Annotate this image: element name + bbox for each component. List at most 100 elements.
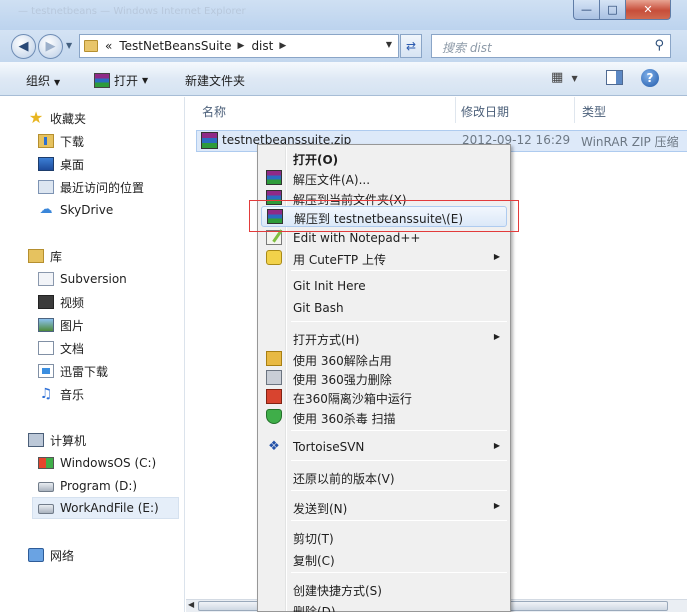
- network-icon: [28, 548, 44, 562]
- breadcrumb-testnetbeanssuite[interactable]: TestNetBeansSuite: [119, 39, 231, 53]
- menu-label: 使用 360杀毒 扫描: [293, 412, 396, 426]
- nav-item-music[interactable]: ♫ 音乐: [38, 383, 84, 405]
- nav-item-documents[interactable]: 文档: [38, 337, 84, 359]
- nav-libraries[interactable]: 库: [28, 245, 62, 267]
- breadcrumb-arrow-icon[interactable]: ▶: [238, 41, 245, 51]
- tortoisesvn-icon: ❖: [268, 439, 280, 454]
- nav-item-drive-c[interactable]: WindowsOS (C:): [38, 452, 156, 474]
- menu-item-git-init[interactable]: Git Init Here: [261, 276, 507, 296]
- view-icon: ▦: [551, 70, 564, 85]
- star-icon: ★: [28, 108, 44, 127]
- menu-item-extract-files[interactable]: 解压文件(A)...: [261, 168, 507, 188]
- cloud-icon: ☁: [39, 202, 53, 217]
- column-header-name[interactable]: 名称: [202, 97, 226, 123]
- nav-network[interactable]: 网络: [28, 544, 74, 566]
- menu-label: 复制(C): [293, 554, 335, 568]
- menu-item-copy[interactable]: 复制(C): [261, 549, 507, 569]
- 360-unlock-icon: [266, 351, 282, 366]
- menu-label: 发送到(N): [293, 502, 348, 516]
- chevron-down-icon: ▼: [54, 78, 61, 87]
- nav-item-drive-d[interactable]: Program (D:): [38, 475, 137, 497]
- breadcrumb-overflow[interactable]: «: [105, 39, 112, 53]
- address-bar[interactable]: « TestNetBeansSuite ▶ dist ▶ ▼: [79, 34, 399, 58]
- menu-label: Git Init Here: [293, 279, 366, 293]
- menu-item-cut[interactable]: 剪切(T): [261, 527, 507, 547]
- downloads-folder-icon: [38, 134, 54, 148]
- preview-pane-button[interactable]: [606, 70, 623, 85]
- nav-item-downloads[interactable]: 下载: [38, 130, 84, 152]
- view-options-button[interactable]: ▦ ▼: [551, 70, 578, 85]
- nav-label: Subversion: [60, 272, 127, 286]
- menu-label: TortoiseSVN: [293, 440, 365, 454]
- nav-label: Program (D:): [60, 479, 138, 493]
- menu-item-restore-previous[interactable]: 还原以前的版本(V): [261, 467, 507, 487]
- column-header-modified[interactable]: 修改日期: [461, 97, 509, 123]
- menu-label: 打开(O): [293, 153, 339, 167]
- refresh-button[interactable]: ⇄: [400, 34, 422, 58]
- menu-item-open[interactable]: 打开(O): [261, 148, 507, 168]
- winrar-archive-icon: [201, 132, 218, 149]
- refresh-icon: ⇄: [405, 39, 417, 53]
- nav-label: WorkAndFile (E:): [60, 501, 159, 515]
- column-divider[interactable]: [455, 97, 456, 123]
- notepad-plus-plus-icon: [266, 230, 282, 245]
- menu-label: 删除(D): [293, 605, 336, 612]
- chevron-down-icon: ▼: [142, 76, 149, 85]
- close-button[interactable]: ✕: [625, 0, 671, 20]
- menu-item-create-shortcut[interactable]: 创建快捷方式(S): [261, 579, 507, 599]
- organize-button[interactable]: 组织 ▼: [26, 72, 60, 89]
- nav-label: 网络: [50, 548, 75, 563]
- back-button[interactable]: ◀: [11, 34, 36, 59]
- breadcrumb-arrow-icon[interactable]: ▶: [279, 41, 286, 51]
- drive-icon: [38, 504, 54, 514]
- recent-pages-dropdown[interactable]: ▼: [66, 41, 72, 50]
- search-icon[interactable]: ⚲: [654, 38, 664, 53]
- menu-item-360-sandbox[interactable]: 在360隔离沙箱中运行: [261, 387, 507, 407]
- menu-label: 使用 360解除占用: [293, 354, 392, 368]
- help-button[interactable]: ?: [641, 69, 659, 87]
- menu-item-git-bash[interactable]: Git Bash: [261, 298, 507, 318]
- nav-label: 迅雷下载: [60, 364, 109, 379]
- nav-computer[interactable]: 计算机: [28, 429, 86, 451]
- nav-item-recent[interactable]: 最近访问的位置: [38, 176, 144, 198]
- maximize-button[interactable]: □: [599, 0, 626, 20]
- nav-item-pictures[interactable]: 图片: [38, 314, 84, 336]
- menu-item-send-to[interactable]: 发送到(N) ▶: [261, 497, 507, 517]
- nav-item-drive-e[interactable]: WorkAndFile (E:): [32, 497, 179, 519]
- nav-label: 下载: [60, 134, 85, 149]
- menu-label: Edit with Notepad++: [293, 231, 421, 245]
- menu-item-cuteftp[interactable]: 用 CuteFTP 上传 ▶: [261, 248, 507, 268]
- menu-item-tortoisesvn[interactable]: ❖ TortoiseSVN ▶: [261, 437, 507, 457]
- nav-item-subversion[interactable]: Subversion: [38, 268, 127, 290]
- column-divider[interactable]: [574, 97, 575, 123]
- breadcrumb-dist[interactable]: dist: [251, 39, 273, 53]
- nav-item-desktop[interactable]: 桌面: [38, 153, 84, 175]
- nav-item-xunlei[interactable]: 迅雷下载: [38, 360, 108, 382]
- nav-label: 文档: [60, 341, 85, 356]
- nav-favorites[interactable]: ★ 收藏夹: [28, 107, 86, 129]
- nav-label: 桌面: [60, 157, 85, 172]
- forward-button[interactable]: ▶: [38, 34, 63, 59]
- library-icon: [28, 249, 44, 263]
- menu-item-360-force-delete[interactable]: 使用 360强力删除: [261, 368, 507, 388]
- title-bar: — testnetbeans — Windows Internet Explor…: [0, 0, 687, 30]
- menu-item-360-unlock[interactable]: 使用 360解除占用: [261, 349, 507, 369]
- minimize-button[interactable]: —: [573, 0, 600, 20]
- address-row: ◀ ▶ ▼ « TestNetBeansSuite ▶ dist ▶ ▼ ⇄ 搜…: [0, 30, 687, 62]
- address-dropdown-icon[interactable]: ▼: [386, 40, 392, 49]
- menu-item-360-scan[interactable]: 使用 360杀毒 扫描: [261, 407, 507, 427]
- arrow-right-icon: ▶: [45, 39, 56, 54]
- search-input[interactable]: 搜索 dist ⚲: [431, 34, 671, 58]
- new-folder-button[interactable]: 新建文件夹: [185, 72, 245, 89]
- column-header-type[interactable]: 类型: [582, 97, 606, 123]
- menu-item-open-with[interactable]: 打开方式(H) ▶: [261, 328, 507, 348]
- open-button[interactable]: 打开 ▼: [94, 72, 148, 89]
- scroll-left-icon[interactable]: ◀: [188, 600, 194, 609]
- menu-label: 还原以前的版本(V): [293, 472, 395, 486]
- nav-label: 视频: [60, 295, 85, 310]
- nav-item-skydrive[interactable]: ☁ SkyDrive: [38, 199, 114, 221]
- nav-item-videos[interactable]: 视频: [38, 291, 84, 313]
- sandbox-icon: [266, 389, 282, 404]
- menu-item-delete[interactable]: 删除(D): [261, 600, 507, 612]
- nav-label: 库: [50, 249, 63, 264]
